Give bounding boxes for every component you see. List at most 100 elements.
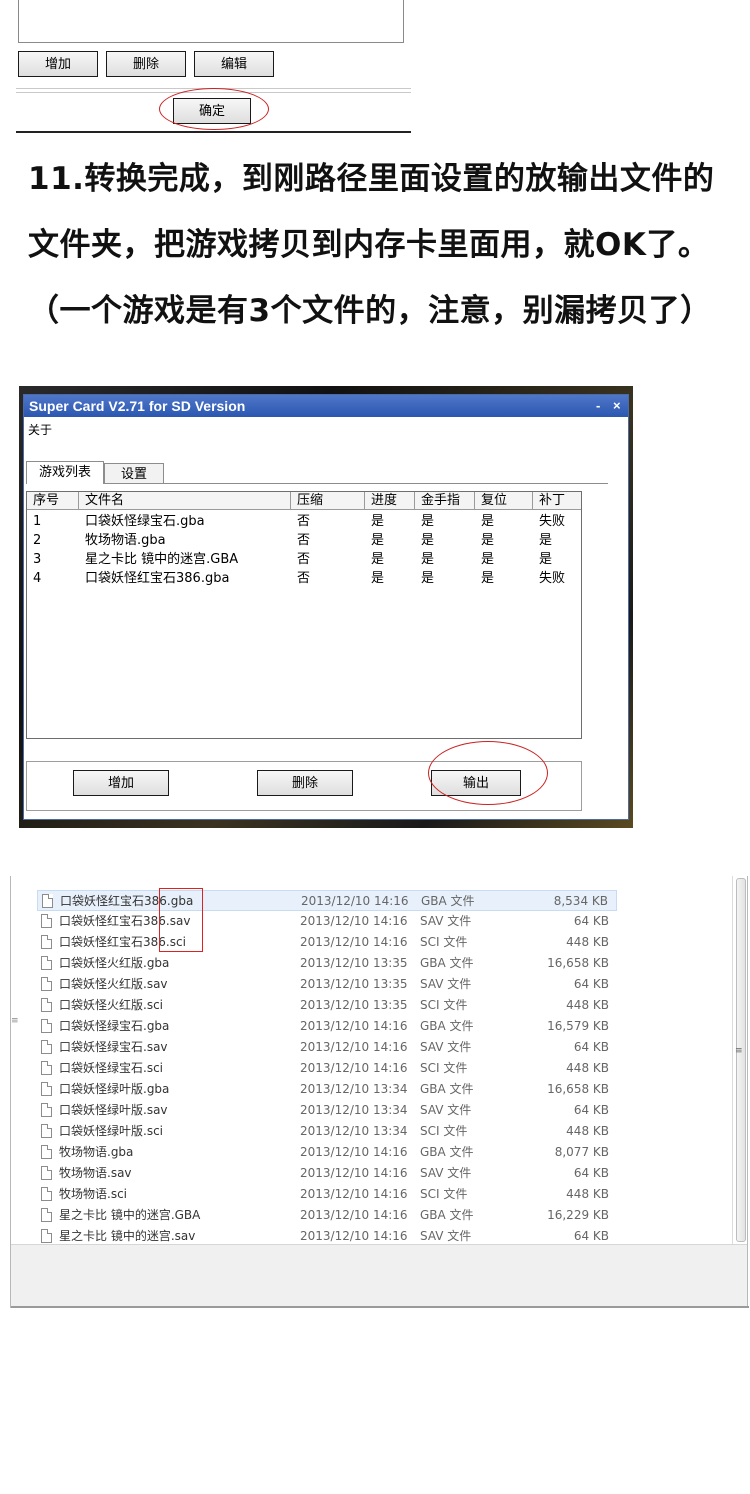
file-type: SCI 文件	[420, 1061, 468, 1075]
file-date: 2013/12/10 13:35	[300, 956, 408, 970]
close-icon[interactable]: ×	[613, 395, 621, 417]
column-header-filename[interactable]: 文件名	[79, 492, 291, 510]
file-type: GBA 文件	[421, 894, 475, 908]
file-date: 2013/12/10 14:16	[301, 894, 409, 908]
cell-progress: 是	[371, 514, 385, 529]
file-type: GBA 文件	[420, 1019, 474, 1033]
file-row[interactable]: 口袋妖怪红宝石386.gba 2013/12/10 14:16 GBA 文件 8,53…	[37, 890, 617, 911]
scrollbar-thumb[interactable]	[736, 878, 746, 1242]
file-name: 口袋妖怪火红版.sci	[59, 998, 163, 1012]
minimize-icon[interactable]: -	[596, 395, 600, 417]
file-name: 口袋妖怪绿叶版.sav	[59, 1103, 168, 1117]
edit-button[interactable]: 编辑	[194, 51, 274, 77]
table-row[interactable]: 4 口袋妖怪红宝石386.gba 否 是 是 是 失败	[27, 569, 581, 588]
super-card-window: Super Card V2.71 for SD Version - × 关于 游…	[23, 394, 629, 820]
add-button[interactable]: 增加	[18, 51, 98, 77]
file-type: SAV 文件	[420, 1040, 472, 1054]
file-icon	[41, 1208, 52, 1222]
top-listbox[interactable]	[18, 0, 404, 43]
file-row[interactable]: 口袋妖怪绿宝石.gba 2013/12/10 14:16 GBA 文件 16,579 …	[37, 1016, 617, 1037]
file-icon	[41, 1040, 52, 1054]
file-type: GBA 文件	[420, 1082, 474, 1096]
file-size: 16,229 KB	[547, 1208, 609, 1222]
file-date: 2013/12/10 13:35	[300, 977, 408, 991]
cell-reset: 是	[481, 514, 495, 529]
tab-settings[interactable]: 设置	[104, 463, 164, 483]
file-row[interactable]: 牧场物语.gba 2013/12/10 14:16 GBA 文件 8,077 KB	[37, 1142, 617, 1163]
menu-about[interactable]: 关于	[28, 421, 52, 438]
ok-button[interactable]: 确定	[173, 98, 251, 124]
table-row[interactable]: 2 牧场物语.gba 否 是 是 是 是	[27, 531, 581, 550]
file-row[interactable]: 口袋妖怪火红版.sav 2013/12/10 13:35 SAV 文件 64 KB	[37, 974, 617, 995]
button-panel: 增加 删除 输出	[26, 761, 582, 811]
cell-reset: 是	[481, 552, 495, 567]
file-date: 2013/12/10 13:34	[300, 1082, 408, 1096]
file-size: 448 KB	[566, 998, 609, 1012]
tab-game-list[interactable]: 游戏列表	[26, 461, 104, 484]
file-name: 口袋妖怪火红版.sav	[59, 977, 168, 991]
file-name: 口袋妖怪火红版.gba	[59, 956, 170, 970]
title-bar[interactable]: Super Card V2.71 for SD Version - ×	[24, 395, 628, 417]
file-row[interactable]: 口袋妖怪火红版.gba 2013/12/10 13:35 GBA 文件 16,658 …	[37, 953, 617, 974]
cell-reset: 是	[481, 571, 495, 586]
file-icon	[41, 1166, 52, 1180]
file-row[interactable]: 口袋妖怪绿宝石.sci 2013/12/10 14:16 SCI 文件 448 KB	[37, 1058, 617, 1079]
file-size: 448 KB	[566, 935, 609, 949]
scrollbar-grip-icon: ≡	[735, 1046, 743, 1056]
file-name: 口袋妖怪绿叶版.sci	[59, 1124, 163, 1138]
divider	[16, 88, 411, 89]
output-button[interactable]: 输出	[431, 770, 521, 796]
file-date: 2013/12/10 13:34	[300, 1103, 408, 1117]
file-name: 口袋妖怪绿宝石.gba	[59, 1019, 170, 1033]
column-header-reset[interactable]: 复位	[475, 492, 533, 510]
file-row[interactable]: 牧场物语.sav 2013/12/10 14:16 SAV 文件 64 KB	[37, 1163, 617, 1184]
column-header-progress[interactable]: 进度	[365, 492, 415, 510]
cell-compress: 否	[297, 533, 311, 548]
column-header-patch[interactable]: 补丁	[533, 492, 581, 510]
details-pane	[11, 1244, 747, 1306]
table-row[interactable]: 1 口袋妖怪绿宝石.gba 否 是 是 是 失败	[27, 512, 581, 531]
file-date: 2013/12/10 14:16	[300, 1061, 408, 1075]
file-type: SCI 文件	[420, 1187, 468, 1201]
file-row[interactable]: 口袋妖怪绿叶版.sci 2013/12/10 13:34 SCI 文件 448 KB	[37, 1121, 617, 1142]
cell-progress: 是	[371, 571, 385, 586]
delete-button[interactable]: 删除	[106, 51, 186, 77]
file-row[interactable]: 口袋妖怪火红版.sci 2013/12/10 13:35 SCI 文件 448 KB	[37, 995, 617, 1016]
add-game-button[interactable]: 增加	[73, 770, 169, 796]
file-size: 448 KB	[566, 1124, 609, 1138]
file-type: SCI 文件	[420, 1124, 468, 1138]
file-size: 64 KB	[573, 1040, 609, 1054]
file-name: 口袋妖怪绿宝石.sav	[59, 1040, 168, 1054]
file-row[interactable]: 口袋妖怪绿宝石.sav 2013/12/10 14:16 SAV 文件 64 KB	[37, 1037, 617, 1058]
divider	[16, 92, 411, 93]
cell-cheat: 是	[421, 552, 435, 567]
file-type: SCI 文件	[420, 998, 468, 1012]
cell-cheat: 是	[421, 571, 435, 586]
splitter-grip[interactable]: ≡	[11, 1016, 19, 1026]
file-row[interactable]: 口袋妖怪绿叶版.gba 2013/12/10 13:34 GBA 文件 16,658 …	[37, 1079, 617, 1100]
file-row[interactable]: 口袋妖怪绿叶版.sav 2013/12/10 13:34 SAV 文件 64 KB	[37, 1100, 617, 1121]
cell-compress: 否	[297, 514, 311, 529]
file-row[interactable]: 口袋妖怪红宝石386.sci 2013/12/10 14:16 SCI 文件 448 …	[37, 932, 617, 953]
delete-game-button[interactable]: 删除	[257, 770, 353, 796]
file-date: 2013/12/10 14:16	[300, 914, 408, 928]
file-type: SAV 文件	[420, 977, 472, 991]
column-header-index[interactable]: 序号	[27, 492, 79, 510]
vertical-scrollbar[interactable]: ≡	[732, 876, 747, 1244]
file-row[interactable]: 牧场物语.sci 2013/12/10 14:16 SCI 文件 448 KB	[37, 1184, 617, 1205]
file-icon	[42, 894, 53, 908]
column-header-compress[interactable]: 压缩	[291, 492, 365, 510]
file-name: 口袋妖怪绿宝石.sci	[59, 1061, 163, 1075]
table-row[interactable]: 3 星之卡比 镜中的迷宫.GBA 否 是 是 是 是	[27, 550, 581, 569]
file-type: GBA 文件	[420, 1145, 474, 1159]
file-icon	[41, 956, 52, 970]
game-list-table[interactable]: 序号 文件名 压缩 进度 金手指 复位 补丁 1 口袋妖怪绿宝石.gba 否是是是失…	[26, 491, 582, 739]
file-type: GBA 文件	[420, 956, 474, 970]
file-row[interactable]: 口袋妖怪红宝石386.sav 2013/12/10 14:16 SAV 文件 64 K…	[37, 911, 617, 932]
file-size: 16,579 KB	[547, 1019, 609, 1033]
cell-index: 1	[33, 514, 42, 529]
instruction-text: 11.转换完成，到刚路径里面设置的放输出文件的文件夹，把游戏拷贝到内存卡里面用，…	[28, 161, 715, 329]
file-row[interactable]: 星之卡比 镜中的迷宫.GBA 2013/12/10 14:16 GBA 文件 16,2…	[37, 1205, 617, 1226]
cell-filename: 口袋妖怪绿宝石.gba	[85, 514, 205, 529]
column-header-cheat[interactable]: 金手指	[415, 492, 475, 510]
